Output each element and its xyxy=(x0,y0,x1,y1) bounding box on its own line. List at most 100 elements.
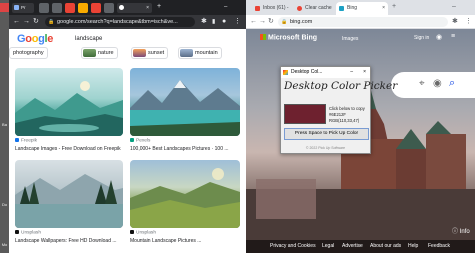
bing-tab-strip: Inbox (61) - Clear cache Bing × + – xyxy=(246,0,475,15)
tab-label: Clear cache xyxy=(305,5,332,11)
unsplash-favicon-icon xyxy=(130,230,134,234)
back-icon[interactable]: ← xyxy=(13,17,20,27)
profile-icon[interactable]: ● xyxy=(222,17,226,27)
chip-nature[interactable]: nature xyxy=(81,47,118,59)
color-picker-window: Desktop Col... – × Desktop Color Picker … xyxy=(280,66,398,154)
avatar-icon[interactable]: ◉ xyxy=(436,33,442,41)
menu-icon[interactable]: ⋮ xyxy=(465,17,472,27)
gmail-icon xyxy=(255,6,260,11)
google-tab-active[interactable]: × xyxy=(117,3,152,13)
result-title[interactable]: 100,000+ Best Landscapes Pictures · 100 … xyxy=(130,146,240,152)
chip-label: mountain xyxy=(195,50,218,56)
info-button[interactable]: ⓘ Info xyxy=(452,226,470,235)
camera-search-icon[interactable]: ⌖ xyxy=(419,78,425,89)
image-result-3[interactable]: Unsplash Landscape Wallpapers: Free HD D… xyxy=(15,160,123,246)
close-icon[interactable]: × xyxy=(146,3,149,13)
google-tab-2[interactable] xyxy=(39,3,49,13)
close-icon[interactable]: × xyxy=(363,67,366,78)
pick-color-button[interactable]: Press Space to Pick Up Color xyxy=(284,128,369,140)
rgb-value[interactable]: RGB(110,33,47) xyxy=(329,118,359,123)
tab-inbox[interactable]: Inbox (61) - xyxy=(252,2,292,15)
result-image[interactable] xyxy=(130,68,240,136)
green-hills-photo xyxy=(130,168,240,228)
chip-label: nature xyxy=(98,50,114,56)
google-tab-3[interactable] xyxy=(52,3,62,13)
minimize-icon[interactable]: – xyxy=(350,67,353,78)
result-image[interactable] xyxy=(15,68,123,136)
color-swatch[interactable] xyxy=(284,104,326,124)
chip-thumbnail xyxy=(133,49,146,57)
minimize-icon[interactable]: – xyxy=(224,2,227,12)
reload-icon[interactable]: ↻ xyxy=(33,17,39,27)
footer-link[interactable]: Legal xyxy=(322,243,334,249)
google-tab-6[interactable] xyxy=(91,3,101,13)
tab-clear-cache[interactable]: Clear cache xyxy=(294,2,334,15)
chip-mountain[interactable]: mountain xyxy=(178,47,222,59)
footer-link[interactable]: Feedback xyxy=(428,243,450,249)
google-search-input[interactable]: landscape xyxy=(73,34,223,45)
result-image[interactable] xyxy=(15,160,123,228)
new-tab-icon[interactable]: + xyxy=(157,2,161,12)
google-tab-5[interactable] xyxy=(78,3,88,13)
google-tab-4[interactable] xyxy=(65,3,75,13)
picker-heading: Desktop Color Picker xyxy=(284,80,398,92)
unsplash-favicon-icon xyxy=(15,230,19,234)
bing-address-bar[interactable]: 🔒 bing.com xyxy=(278,17,448,27)
image-result-4[interactable]: Unsplash Mountain Landscape Pictures ... xyxy=(130,160,240,246)
landscape-illustration xyxy=(15,81,123,136)
footer-link[interactable]: Advertise xyxy=(342,243,363,249)
microsoft-logo-icon xyxy=(260,34,266,40)
google-browser-window: Pr × + – ← → ↻ ✱ ▮ ● ⋮ 🔒 google.com/sear… xyxy=(9,0,246,253)
result-source: Pexels xyxy=(130,138,150,144)
forward-icon[interactable]: → xyxy=(259,17,266,27)
back-icon[interactable]: ← xyxy=(250,17,257,27)
strip-label-3: Mo xyxy=(1,242,8,247)
forward-icon[interactable]: → xyxy=(23,17,30,27)
extensions-icon[interactable]: ✱ xyxy=(201,17,207,27)
minimize-icon[interactable]: – xyxy=(452,2,456,12)
chip-sunset[interactable]: sunset xyxy=(131,47,169,59)
close-icon[interactable]: × xyxy=(382,2,385,15)
mountain-lake-photo xyxy=(130,80,240,136)
logo-letter: e xyxy=(47,33,54,45)
google-logo[interactable]: Google xyxy=(17,33,53,45)
hex-value[interactable]: #6E212F xyxy=(329,112,346,117)
chip-photography[interactable]: photography xyxy=(9,47,48,59)
result-title[interactable]: Landscape Images - Free Download on Free… xyxy=(15,146,123,152)
search-icon[interactable]: ⌕ xyxy=(449,77,455,90)
bing-brand[interactable]: Microsoft Bing xyxy=(260,34,317,42)
bing-search-box[interactable]: ⌖ ◉ ⌕ xyxy=(391,72,475,98)
menu-icon[interactable]: ⋮ xyxy=(234,17,241,27)
result-image[interactable] xyxy=(130,160,240,228)
tab-bing-active[interactable]: Bing × xyxy=(336,2,388,15)
chip-thumbnail xyxy=(83,49,96,57)
nav-images[interactable]: Images xyxy=(342,36,358,42)
image-result-1[interactable]: Freepik Landscape Images - Free Download… xyxy=(15,68,123,154)
menu-hamburger-icon[interactable]: ≡ xyxy=(451,33,455,40)
reload-icon[interactable]: ↻ xyxy=(268,17,274,27)
google-address-bar[interactable]: 🔒 google.com/search?q=landscape&tbm=isch… xyxy=(45,17,195,27)
lock-icon: 🔒 xyxy=(281,19,288,25)
strip-label-2: Do xyxy=(1,202,8,207)
microphone-icon[interactable]: ◉ xyxy=(433,78,442,89)
google-tab-1[interactable]: Pr xyxy=(12,3,34,13)
tab-menu-icon[interactable]: ▮ xyxy=(212,17,215,27)
lock-icon: 🔒 xyxy=(48,19,55,25)
footer-link[interactable]: Help xyxy=(408,243,418,249)
new-tab-icon[interactable]: + xyxy=(392,2,396,12)
google-tab-strip: Pr × + – xyxy=(9,0,246,15)
footer-link[interactable]: Privacy and Cookies xyxy=(270,243,316,249)
footer-link[interactable]: About our ads xyxy=(370,243,401,249)
google-tab-7[interactable] xyxy=(104,3,114,13)
freepik-favicon-icon xyxy=(15,138,19,142)
result-source: Freepik xyxy=(15,138,37,144)
result-title[interactable]: Mountain Landscape Pictures ... xyxy=(130,238,240,244)
image-result-2[interactable]: Pexels 100,000+ Best Landscapes Pictures… xyxy=(130,68,240,154)
desktop-left-edge: Ba Do Mo xyxy=(0,0,9,253)
taskbar-icon[interactable] xyxy=(0,3,9,12)
picker-titlebar[interactable]: Desktop Col... – × xyxy=(281,67,370,78)
sign-in-link[interactable]: Sign in xyxy=(414,35,429,41)
result-title[interactable]: Landscape Wallpapers: Free HD Download .… xyxy=(15,238,123,244)
forest-lake-photo xyxy=(15,174,123,228)
extensions-icon[interactable]: ✱ xyxy=(452,17,458,27)
